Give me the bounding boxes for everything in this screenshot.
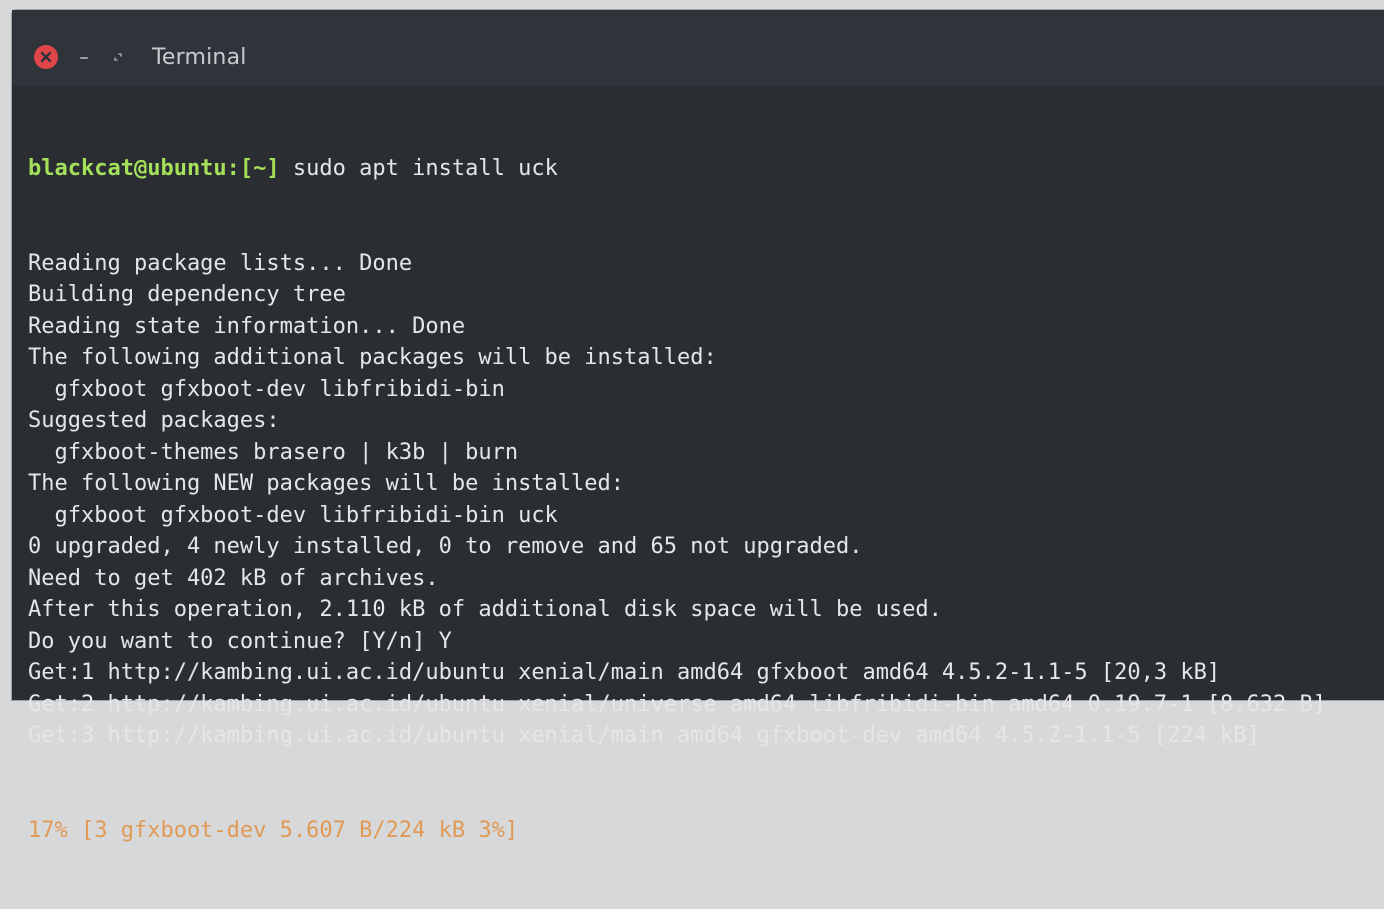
output-line: gfxboot gfxboot-dev libfribidi-bin: [28, 376, 505, 402]
prompt-user: blackcat@ubuntu:: [28, 156, 240, 181]
close-button[interactable]: [34, 45, 58, 69]
progress-line: 17% [3 gfxboot-dev 5.607 B/224 kB 3%]: [28, 817, 519, 843]
output-line: Get:2 http://kambing.ui.ac.id/ubuntu xen…: [28, 691, 1327, 717]
close-icon: [40, 51, 52, 63]
output-line: Building dependency tree: [28, 282, 346, 307]
output-line: Reading package lists... Done: [28, 250, 413, 276]
maximize-icon: [112, 48, 124, 67]
terminal-output[interactable]: blackcat@ubuntu:[~] sudo apt install uck…: [28, 90, 1384, 843]
output-line: Suggested packages:: [28, 408, 280, 433]
output-line: Get:3 http://kambing.ui.ac.id/ubuntu xen…: [28, 723, 1260, 748]
prompt-line: blackcat@ubuntu:[~] sudo apt install uck: [28, 153, 1384, 185]
maximize-button[interactable]: [106, 45, 130, 69]
output-line: gfxboot gfxboot-dev libfribidi-bin uck: [28, 502, 558, 528]
output-line: Need to get 402 kB of archives.: [28, 565, 439, 591]
window-title: Terminal: [152, 44, 247, 70]
terminal-window: Terminal blackcat@ubuntu:[~] sudo apt in…: [12, 10, 1384, 843]
command-text: sudo apt install uck: [279, 156, 558, 181]
output-line: gfxboot-themes brasero | k3b | burn: [28, 439, 519, 465]
minimize-button[interactable]: [72, 45, 96, 69]
window-controls: Terminal: [34, 39, 247, 75]
output-line: The following NEW packages will be insta…: [28, 471, 625, 496]
minimize-icon: [78, 48, 90, 67]
prompt-path: [~]: [239, 156, 280, 181]
output-line: Reading state information... Done: [28, 313, 466, 339]
output-line: Get:1 http://kambing.ui.ac.id/ubuntu xen…: [28, 660, 1221, 685]
output-line: Do you want to continue? [Y/n] Y: [28, 628, 452, 654]
output-line: The following additional packages will b…: [28, 345, 717, 370]
output-line: After this operation, 2.110 kB of additi…: [28, 597, 942, 622]
title-bar[interactable]: Terminal: [12, 10, 1384, 86]
output-line: 0 upgraded, 4 newly installed, 0 to remo…: [28, 534, 863, 559]
output-lines: Reading package lists... Done Building de…: [28, 248, 1384, 752]
